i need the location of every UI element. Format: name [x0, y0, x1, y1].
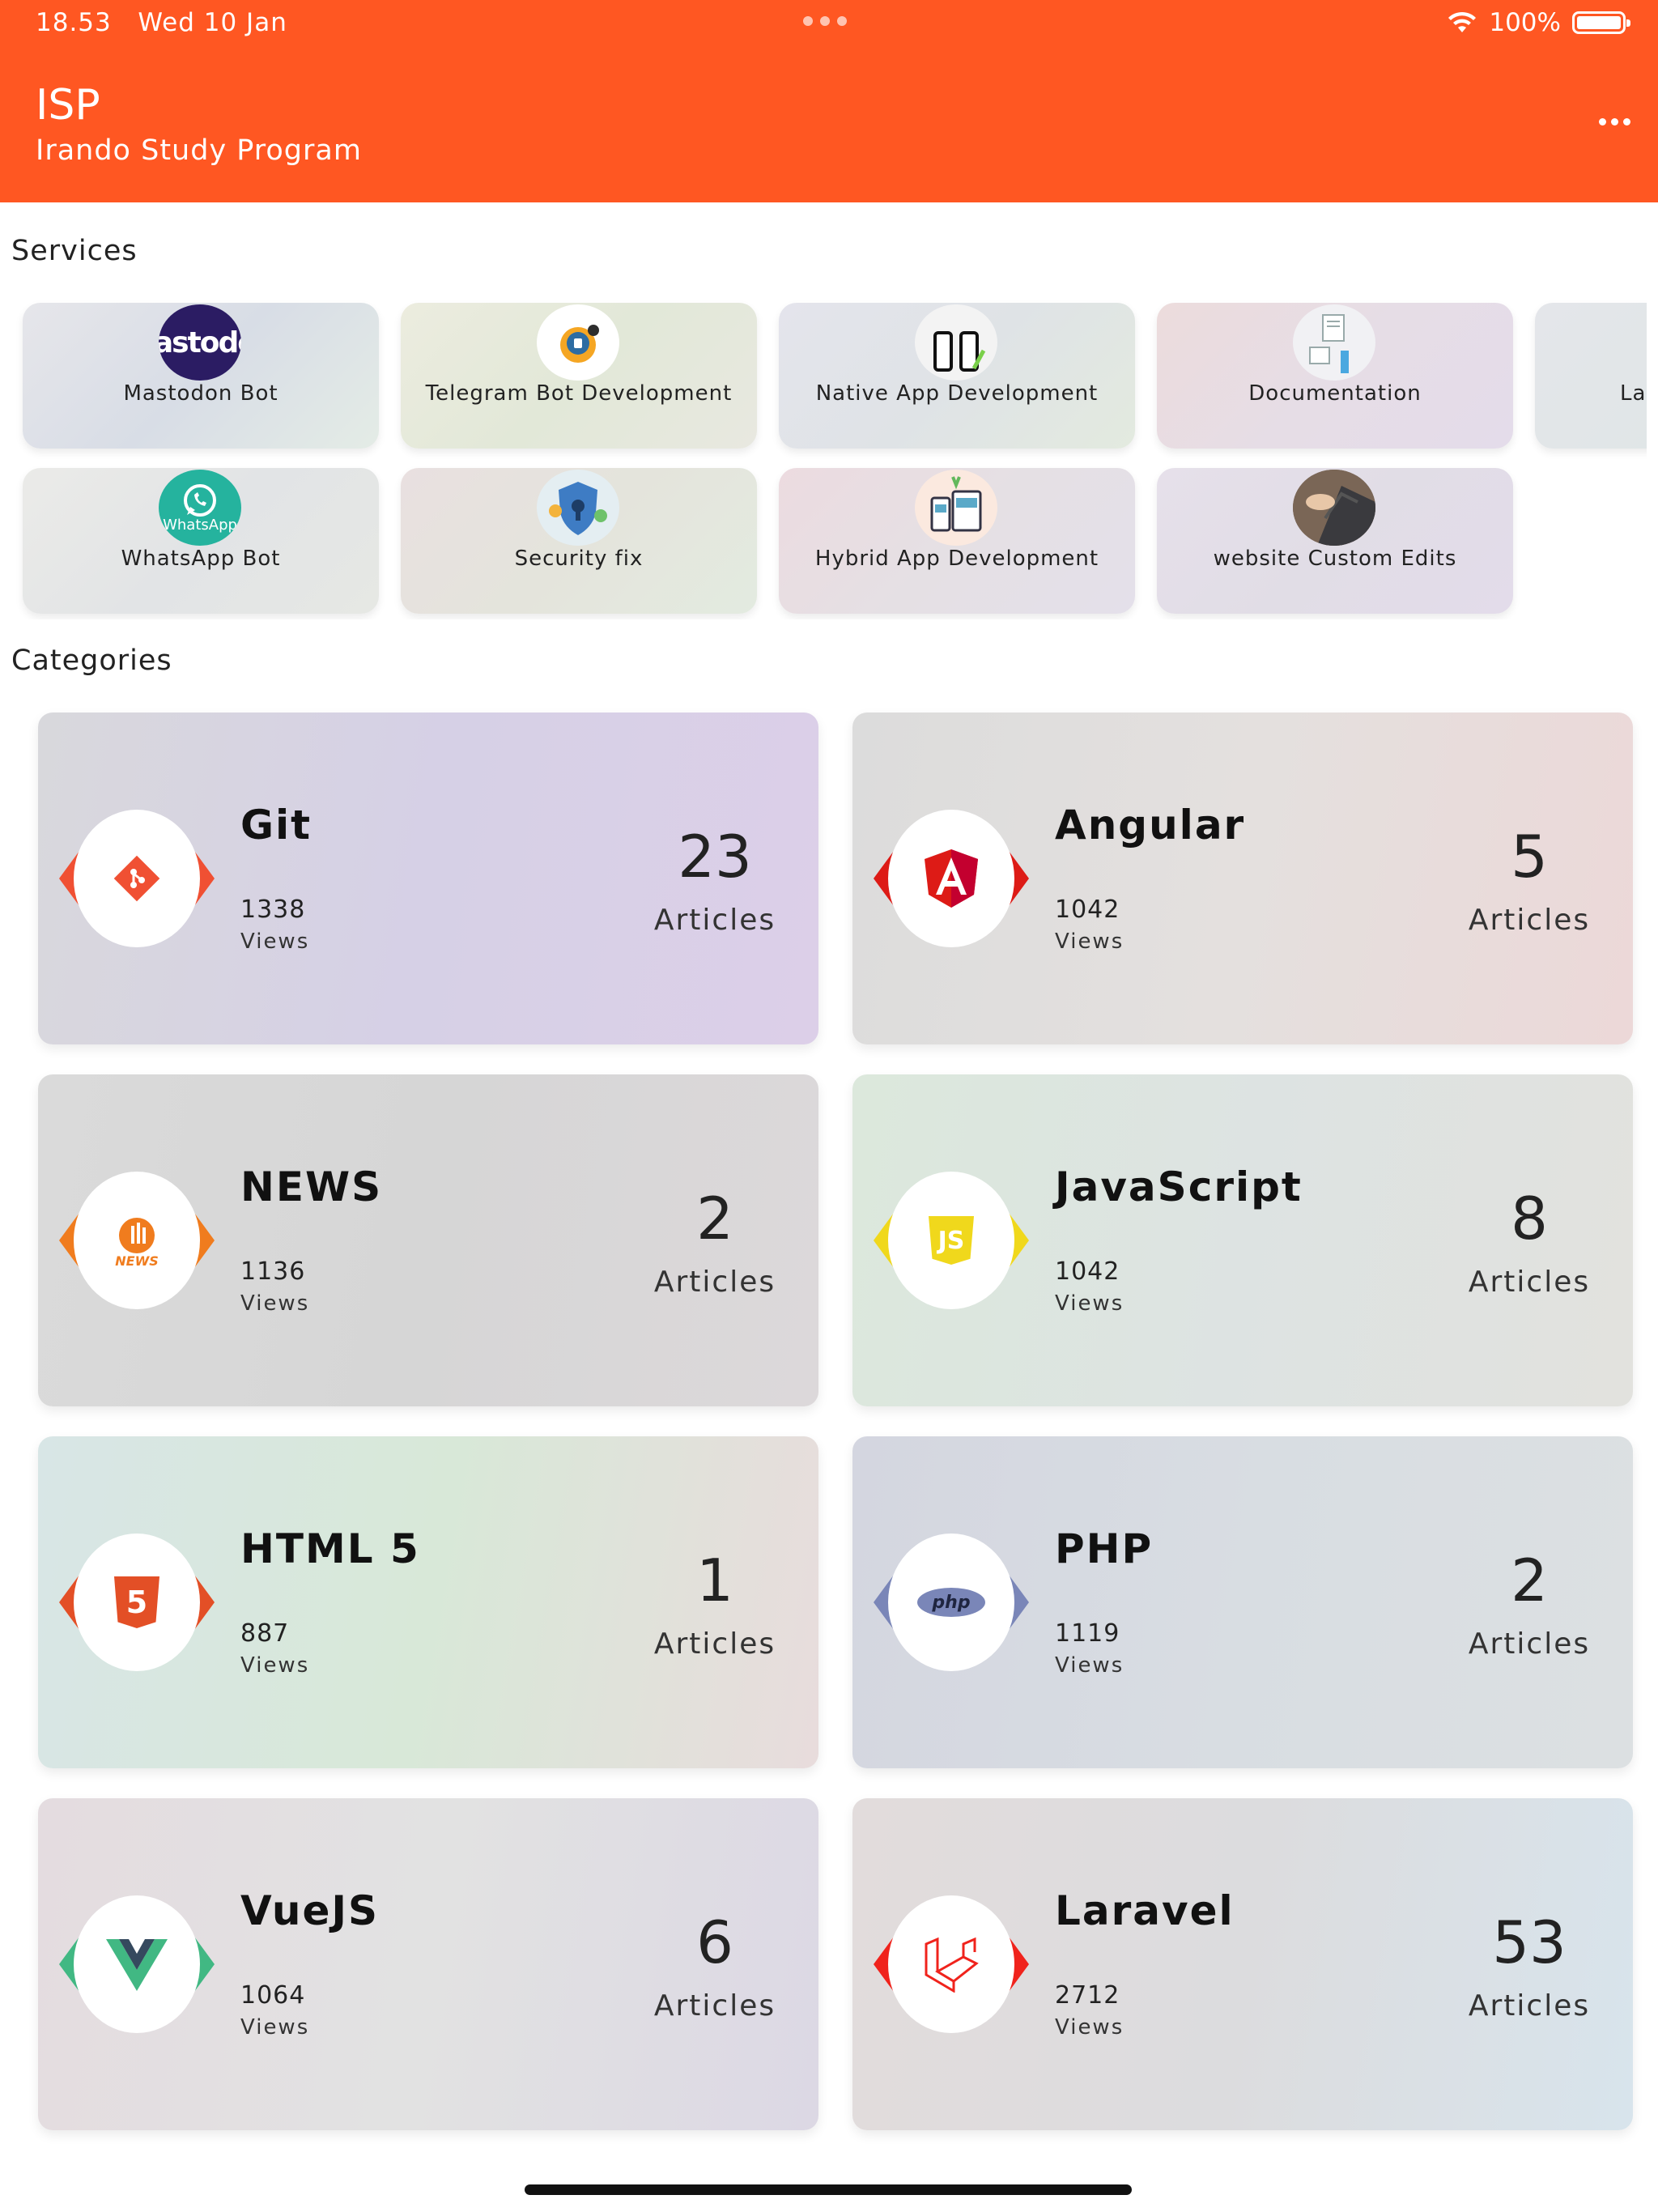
javascript-icon: JS	[874, 1172, 1029, 1309]
telegram-bot-icon	[537, 304, 619, 381]
service-label: Hybrid App Development	[814, 547, 1099, 571]
category-name: Laravel	[1055, 1887, 1235, 1934]
category-views: 887	[240, 1619, 290, 1648]
app-subtitle: Irando Study Program	[36, 134, 362, 167]
article-count: 53	[1492, 1908, 1567, 1976]
views-label: Views	[1055, 1653, 1124, 1678]
service-label: Documentation	[1248, 381, 1422, 406]
service-label: Native App Development	[815, 381, 1099, 406]
articles-label: Articles	[1468, 904, 1591, 937]
laptop-typing-icon	[1293, 470, 1375, 546]
article-count: 2	[1511, 1546, 1548, 1614]
app-title: ISP	[36, 81, 100, 130]
angular-icon	[874, 810, 1029, 947]
git-icon	[59, 810, 215, 947]
battery-percent: 100%	[1489, 8, 1561, 37]
status-date: Wed 10 Jan	[138, 8, 287, 37]
whatsapp-icon: WhatsApp	[159, 470, 241, 546]
category-name: NEWS	[240, 1163, 383, 1210]
category-card-angular[interactable]: Angular 1042 Views 5 Articles	[852, 713, 1633, 1044]
html5-icon: 5	[59, 1534, 215, 1671]
category-name: Angular	[1055, 802, 1246, 849]
category-card-php[interactable]: php PHP 1119 Views 2 Articles	[852, 1436, 1633, 1768]
category-card-javascript[interactable]: JS JavaScript 1042 Views 8 Articles	[852, 1074, 1633, 1406]
documentation-icon	[1293, 304, 1375, 381]
service-label: Mastodon Bot	[123, 381, 278, 406]
vuejs-icon	[59, 1895, 215, 2033]
articles-label: Articles	[653, 1627, 776, 1661]
battery-icon	[1572, 11, 1630, 34]
category-name: PHP	[1055, 1525, 1154, 1572]
laravel-icon	[874, 1895, 1029, 2033]
category-name: Git	[240, 802, 312, 849]
articles-label: Articles	[1468, 1266, 1591, 1299]
service-label: Lara	[1620, 381, 1647, 406]
category-views: 1042	[1055, 895, 1120, 924]
service-label: website Custom Edits	[1213, 547, 1457, 571]
services-heading: Services	[11, 235, 138, 267]
service-card-whatsapp[interactable]: WhatsApp WhatsApp Bot	[23, 468, 379, 614]
news-icon: NEWS	[59, 1172, 215, 1309]
category-card-vuejs[interactable]: VueJS 1064 Views 6 Articles	[38, 1798, 818, 2130]
articles-label: Articles	[653, 1989, 776, 2023]
services-grid: mastodon Mastodon Bot Telegram Bot Devel…	[0, 300, 1647, 619]
views-label: Views	[1055, 2015, 1124, 2040]
phones-icon	[915, 304, 997, 381]
article-count: 2	[696, 1185, 733, 1253]
status-indicators: 100%	[1447, 8, 1630, 37]
views-label: Views	[240, 1653, 310, 1678]
more-icon	[1599, 118, 1606, 125]
service-card-security-fix[interactable]: Security fix	[401, 468, 757, 614]
category-name: JavaScript	[1055, 1163, 1303, 1210]
views-label: Views	[240, 1291, 310, 1316]
service-label: WhatsApp Bot	[121, 547, 281, 571]
status-time: 18.53 Wed 10 Jan	[36, 8, 287, 37]
category-card-git[interactable]: Git 1338 Views 23 Articles	[38, 713, 818, 1044]
category-views: 2712	[1055, 1981, 1120, 2010]
service-card-hybrid-app[interactable]: Hybrid App Development	[779, 468, 1135, 614]
mastodon-logo-icon: mastodon	[159, 304, 241, 381]
categories-heading: Categories	[11, 644, 172, 677]
article-count: 8	[1511, 1185, 1548, 1253]
service-label: Telegram Bot Development	[425, 381, 733, 406]
home-indicator[interactable]	[525, 2184, 1132, 2195]
category-views: 1338	[240, 895, 306, 924]
articles-label: Articles	[1468, 1989, 1591, 2023]
service-card-mastodon[interactable]: mastodon Mastodon Bot	[23, 303, 379, 449]
article-count: 5	[1511, 823, 1548, 891]
article-count: 1	[696, 1546, 733, 1614]
category-views: 1136	[240, 1257, 306, 1286]
service-card-lara[interactable]: Lara	[1535, 303, 1647, 449]
category-card-news[interactable]: NEWS NEWS 1136 Views 2 Articles	[38, 1074, 818, 1406]
category-name: VueJS	[240, 1887, 380, 1934]
views-label: Views	[240, 929, 310, 954]
article-count: 23	[678, 823, 752, 891]
category-card-html5[interactable]: 5 HTML 5 887 Views 1 Articles	[38, 1436, 818, 1768]
articles-label: Articles	[653, 904, 776, 937]
category-views: 1119	[1055, 1619, 1120, 1648]
hybrid-app-icon	[915, 470, 997, 546]
articles-label: Articles	[653, 1266, 776, 1299]
service-card-telegram-bot[interactable]: Telegram Bot Development	[401, 303, 757, 449]
views-label: Views	[1055, 929, 1124, 954]
service-card-native-app[interactable]: Native App Development	[779, 303, 1135, 449]
articles-label: Articles	[1468, 1627, 1591, 1661]
more-options-button[interactable]	[1596, 115, 1634, 129]
wifi-icon	[1448, 11, 1477, 32]
app-header: 18.53 Wed 10 Jan 100% ISP Irando Study P…	[0, 0, 1658, 202]
views-label: Views	[240, 2015, 310, 2040]
views-label: Views	[1055, 1291, 1124, 1316]
multitasking-dots[interactable]	[803, 16, 847, 26]
service-label: Security fix	[514, 547, 644, 571]
category-card-laravel[interactable]: Laravel 2712 Views 53 Articles	[852, 1798, 1633, 2130]
category-views: 1064	[240, 1981, 306, 2010]
article-count: 6	[696, 1908, 733, 1976]
status-clock: 18.53	[36, 8, 112, 37]
service-card-website-edits[interactable]: website Custom Edits	[1157, 468, 1513, 614]
php-icon: php	[874, 1534, 1029, 1671]
security-shield-icon	[537, 470, 619, 546]
category-views: 1042	[1055, 1257, 1120, 1286]
category-name: HTML 5	[240, 1525, 420, 1572]
service-card-documentation[interactable]: Documentation	[1157, 303, 1513, 449]
